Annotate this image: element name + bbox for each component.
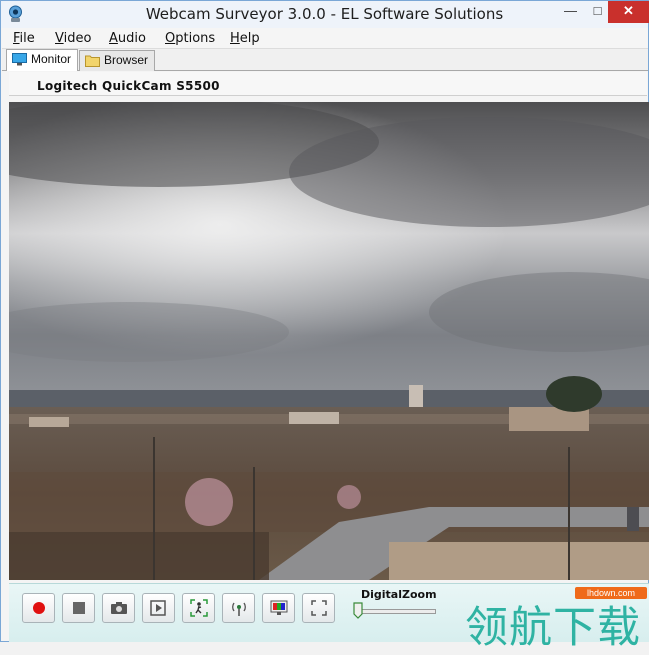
menu-help-key: H [230,31,240,46]
camera-snapshot-icon [110,602,127,614]
menu-help[interactable]: Help [230,31,260,46]
watermark-logo: 领航下载 lhdown.com [463,585,648,653]
window-title: Webcam Surveyor 3.0.0 - EL Software Solu… [145,5,504,23]
video-preview[interactable] [9,102,649,580]
menu-audio[interactable]: Audio [109,31,146,46]
broadcast-button[interactable] [222,593,255,623]
record-icon [32,602,45,614]
camera-name: Logitech QuickCam S5500 [37,79,220,93]
monitor-icon [12,53,27,66]
menu-file[interactable]: File [13,31,35,46]
fullscreen-button[interactable] [302,593,335,623]
tab-browser[interactable]: Browser [79,50,156,71]
motion-detect-button[interactable] [182,593,215,623]
title-bar[interactable]: Webcam Surveyor 3.0.0 - EL Software Solu… [1,1,649,28]
menu-options-label: ptions [175,31,216,46]
digital-zoom-label: DigitalZoom [361,588,437,601]
menu-audio-key: A [109,31,118,46]
watermark-site-badge: lhdown.com [575,587,647,599]
menu-help-label: elp [239,31,260,46]
menu-video-key: V [55,31,64,46]
watermark-text: 领航下载 [465,603,641,653]
zoom-slider-thumb-icon[interactable] [353,602,363,619]
menu-bar: File Video Audio Options Help [2,28,648,49]
menu-file-label: ile [19,31,35,46]
maximize-button[interactable]: □ [584,1,611,23]
tab-browser-label: Browser [104,53,149,67]
menu-options-key: O [165,31,176,46]
fullscreen-icon [310,600,327,616]
color-adjust-button[interactable] [262,593,295,623]
camera-header: Logitech QuickCam S5500 [9,72,647,96]
tab-monitor[interactable]: Monitor [6,49,79,71]
snapshot-button[interactable] [102,593,135,623]
menu-video-label: ideo [63,31,92,46]
close-button[interactable]: ✕ [608,1,649,23]
digital-zoom-slider[interactable] [356,609,436,614]
menu-video[interactable]: Video [55,31,91,46]
folder-icon [85,55,100,67]
stop-icon [72,602,85,614]
minimize-button[interactable]: — [557,1,584,23]
motion-detect-icon [189,599,208,617]
play-video-button[interactable] [142,593,175,623]
play-video-icon [149,600,166,616]
tab-monitor-label: Monitor [31,52,72,66]
tab-strip: Monitor Browser [2,49,648,71]
record-button[interactable] [22,593,55,623]
menu-audio-label: udio [117,31,146,46]
color-adjust-icon [270,600,287,615]
webcam-scene-image [9,102,649,580]
menu-options[interactable]: Options [165,31,215,46]
app-window: Webcam Surveyor 3.0.0 - EL Software Solu… [0,0,649,653]
broadcast-icon [231,602,246,616]
stop-button[interactable] [62,593,95,623]
